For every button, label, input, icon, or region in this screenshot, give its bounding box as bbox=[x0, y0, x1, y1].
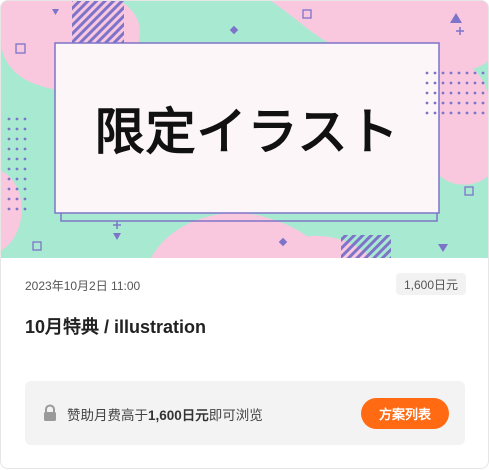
locked-content-notice: 赞助月费高于1,600日元即可浏览 方案列表 bbox=[25, 381, 465, 445]
lock-message-amount: 1,600日元 bbox=[148, 408, 209, 423]
lock-message-prefix: 赞助月费高于 bbox=[67, 408, 148, 423]
banner-title: 限定イラスト bbox=[94, 103, 400, 161]
post-thumbnail[interactable]: 限定イラスト bbox=[1, 1, 488, 258]
post-title[interactable]: 10月特典 / illustration bbox=[25, 313, 206, 339]
lock-icon bbox=[44, 404, 56, 421]
lock-message: 赞助月费高于1,600日元即可浏览 bbox=[67, 404, 263, 424]
post-date: 2023年10月2日 11:00 bbox=[25, 279, 141, 293]
plan-list-button[interactable]: 方案列表 bbox=[361, 398, 449, 429]
price-badge: 1,600日元 bbox=[395, 273, 466, 295]
lock-message-suffix: 即可浏览 bbox=[208, 408, 263, 423]
post-card[interactable]: 限定イラスト 2023年10月2日 11:00 1,600日元 10月特典 / … bbox=[0, 0, 489, 469]
